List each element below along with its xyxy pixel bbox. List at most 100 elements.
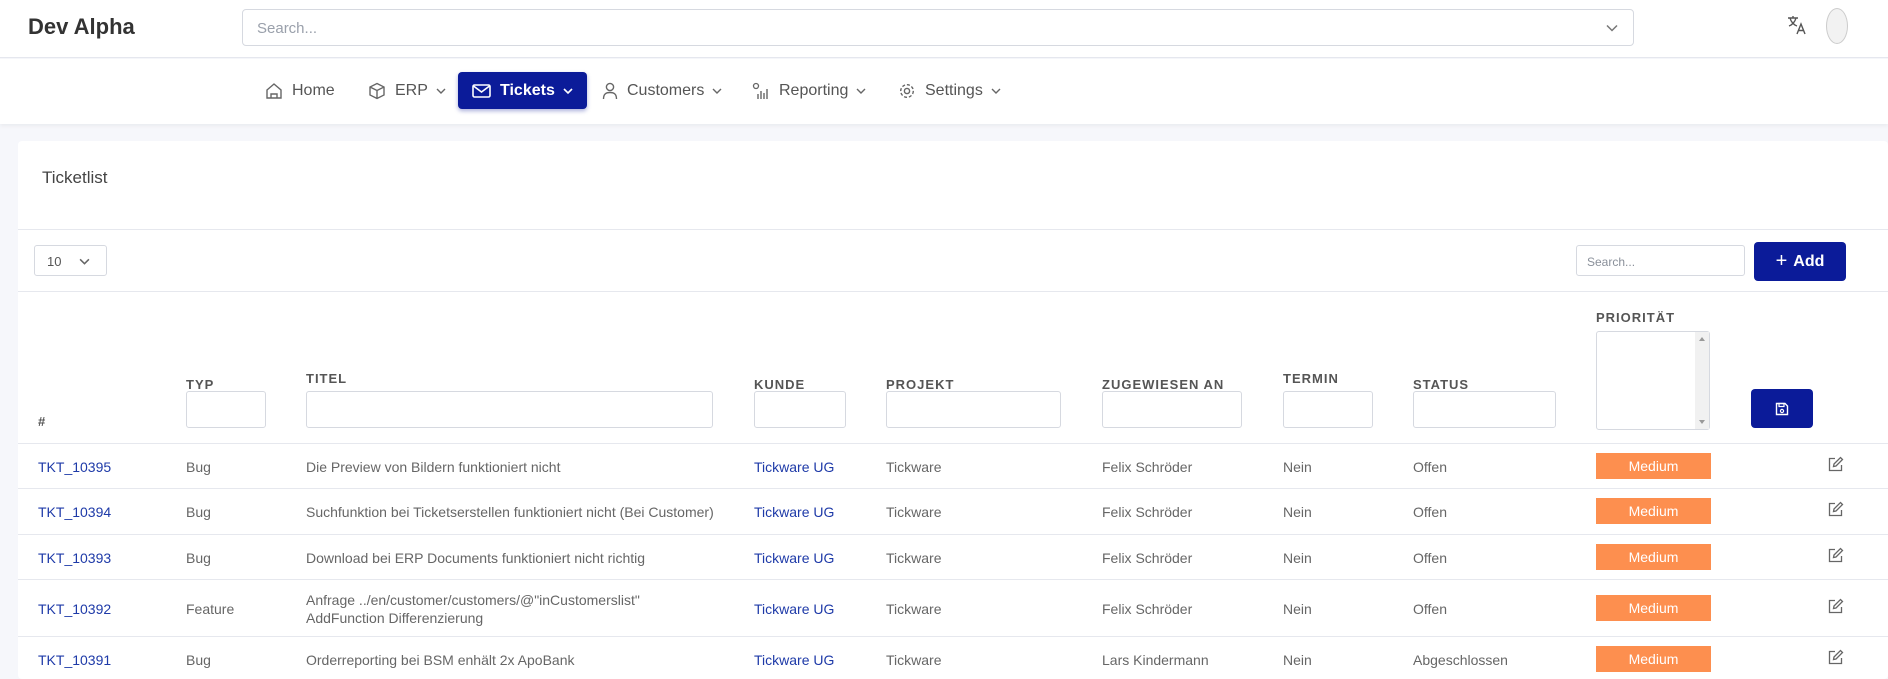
filter-zugewiesen-input[interactable] xyxy=(1102,391,1242,428)
ticket-status: Abgeschlossen xyxy=(1413,652,1508,668)
edit-icon[interactable] xyxy=(1827,456,1844,473)
ticket-titel: Orderreporting bei BSM enhält 2x ApoBank xyxy=(306,652,575,668)
column-header-kunde[interactable]: KUNDE xyxy=(754,377,805,392)
ticket-id-link[interactable]: TKT_10391 xyxy=(38,652,111,668)
ticket-termin: Nein xyxy=(1283,652,1312,668)
ticket-termin: Nein xyxy=(1283,601,1312,617)
ticket-id-link[interactable]: TKT_10395 xyxy=(38,459,111,475)
table-row[interactable]: TKT_10392 Feature Anfrage ../en/customer… xyxy=(18,579,1888,636)
column-header-id[interactable]: # xyxy=(38,414,46,429)
filter-typ-input[interactable] xyxy=(186,391,266,428)
ticket-titel: Download bei ERP Documents funktioniert … xyxy=(306,550,646,566)
edit-icon[interactable] xyxy=(1827,501,1844,518)
nav-erp-label: ERP xyxy=(395,81,428,99)
ticket-typ: Feature xyxy=(186,601,235,617)
nav-customers-label: Customers xyxy=(627,81,705,99)
chart-icon xyxy=(752,82,768,99)
ticket-id-link[interactable]: TKT_10392 xyxy=(38,601,111,617)
ticket-titel: Anfrage ../en/customer/customers/@"inCus… xyxy=(306,592,640,608)
ticket-projekt: Tickware xyxy=(886,504,942,520)
nav-home-label: Home xyxy=(292,81,335,99)
nav-reporting[interactable]: Reporting xyxy=(752,72,866,109)
nav-home[interactable]: Home xyxy=(265,72,335,109)
priority-badge: Medium xyxy=(1596,453,1711,479)
chevron-down-icon xyxy=(856,88,866,94)
ticket-typ: Bug xyxy=(186,652,211,668)
nav-customers[interactable]: Customers xyxy=(602,72,722,109)
table-row[interactable]: TKT_10393 Bug Download bei ERP Documents… xyxy=(18,534,1888,579)
chevron-down-icon[interactable] xyxy=(1605,21,1619,35)
filter-termin-input[interactable] xyxy=(1283,391,1373,428)
filter-prioritaet-multiselect[interactable] xyxy=(1596,331,1710,430)
edit-icon[interactable] xyxy=(1827,649,1844,666)
ticket-termin: Nein xyxy=(1283,550,1312,566)
table-row[interactable]: TKT_10395 Bug Die Preview von Bildern fu… xyxy=(18,443,1888,488)
home-icon xyxy=(266,82,282,99)
ticket-kunde-link[interactable]: Tickware UG xyxy=(754,504,834,520)
filter-projekt-input[interactable] xyxy=(886,391,1061,428)
filter-kunde-input[interactable] xyxy=(754,391,846,428)
gear-icon xyxy=(899,83,915,98)
priority-badge: Medium xyxy=(1596,646,1711,672)
page-size-value: 10 xyxy=(47,254,62,269)
edit-icon[interactable] xyxy=(1827,598,1844,615)
chevron-down-icon xyxy=(991,88,1001,94)
ticket-projekt: Tickware xyxy=(886,459,942,475)
top-bar: Dev Alpha Search... xyxy=(0,0,1888,58)
scroll-down-icon[interactable] xyxy=(1695,417,1709,427)
ticket-status: Offen xyxy=(1413,601,1447,617)
nav-tickets[interactable]: Tickets xyxy=(458,72,587,109)
filter-titel-input[interactable] xyxy=(306,391,713,428)
ticket-id-link[interactable]: TKT_10393 xyxy=(38,550,111,566)
translate-icon[interactable] xyxy=(1786,14,1808,36)
ticket-typ: Bug xyxy=(186,504,211,520)
ticket-status: Offen xyxy=(1413,504,1447,520)
column-header-projekt[interactable]: PROJEKT xyxy=(886,377,954,392)
priority-badge: Medium xyxy=(1596,595,1711,621)
add-ticket-button[interactable]: + Add xyxy=(1754,242,1846,281)
user-icon xyxy=(602,82,618,99)
table-row[interactable]: TKT_10391 Bug Orderreporting bei BSM enh… xyxy=(18,636,1888,679)
divider xyxy=(18,229,1888,230)
ticket-kunde-link[interactable]: Tickware UG xyxy=(754,459,834,475)
table-search-input[interactable]: Search... xyxy=(1576,245,1745,276)
main-nav: Home ERP Tickets Customers Reporting Set… xyxy=(0,59,1888,124)
nav-erp[interactable]: ERP xyxy=(368,72,446,109)
ticket-kunde-link[interactable]: Tickware UG xyxy=(754,601,834,617)
table-row[interactable]: TKT_10394 Bug Suchfunktion bei Ticketser… xyxy=(18,488,1888,534)
column-header-titel[interactable]: TITEL xyxy=(306,371,347,386)
ticket-kunde-link[interactable]: Tickware UG xyxy=(754,652,834,668)
mail-icon xyxy=(472,83,491,98)
column-header-zugewiesen[interactable]: ZUGEWIESEN AN xyxy=(1102,377,1224,392)
add-button-label: Add xyxy=(1793,252,1825,270)
chevron-down-icon xyxy=(79,258,90,265)
ticket-id-link[interactable]: TKT_10394 xyxy=(38,504,111,520)
nav-tickets-label: Tickets xyxy=(500,81,555,99)
ticket-titel-line2: AddFunction Differenzierung xyxy=(306,610,484,626)
page-size-select[interactable]: 10 xyxy=(34,245,107,276)
ticket-typ: Bug xyxy=(186,550,211,566)
column-header-termin[interactable]: TERMIN xyxy=(1283,371,1339,386)
nav-reporting-label: Reporting xyxy=(779,81,849,99)
column-header-typ[interactable]: TYP xyxy=(186,377,214,392)
scroll-up-icon[interactable] xyxy=(1695,334,1709,344)
nav-settings[interactable]: Settings xyxy=(898,72,1001,109)
edit-icon[interactable] xyxy=(1827,547,1844,564)
save-filter-button[interactable] xyxy=(1751,389,1813,428)
chevron-down-icon xyxy=(563,87,573,94)
app-title[interactable]: Dev Alpha xyxy=(28,14,135,40)
ticket-titel: Suchfunktion bei Ticketserstellen funkti… xyxy=(306,504,714,520)
chevron-down-icon xyxy=(712,88,722,94)
table-search-placeholder: Search... xyxy=(1587,255,1636,269)
nav-settings-label: Settings xyxy=(925,81,983,99)
filter-status-input[interactable] xyxy=(1413,391,1556,428)
ticket-kunde-link[interactable]: Tickware UG xyxy=(754,550,834,566)
divider xyxy=(18,291,1888,292)
column-header-status[interactable]: STATUS xyxy=(1413,377,1469,392)
global-search-input[interactable]: Search... xyxy=(242,9,1634,46)
ticket-typ: Bug xyxy=(186,459,211,475)
cube-icon xyxy=(369,82,385,99)
scrollbar[interactable] xyxy=(1695,332,1709,429)
avatar[interactable] xyxy=(1826,8,1848,44)
column-header-prioritaet[interactable]: PRIORITÄT xyxy=(1596,310,1675,325)
